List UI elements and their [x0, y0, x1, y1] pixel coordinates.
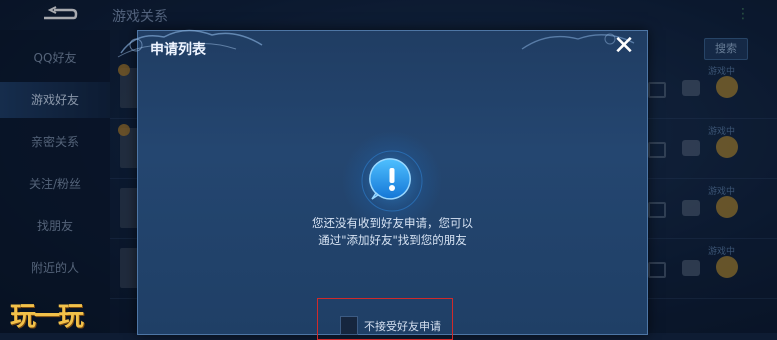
reject-requests-label: 不接受好友申请	[364, 320, 441, 333]
watermark-logo: 玩一玩	[10, 302, 84, 332]
modal-header: 申请列表	[117, 29, 647, 67]
modal-title: 申请列表	[150, 42, 206, 58]
empty-message-line-1: 您还没有收到好友申请，您可以	[312, 216, 473, 230]
request-list-modal: 申请列表 您还没有收到好友申请，您可以 通过"添加好友"找到您的朋友	[117, 29, 648, 335]
empty-message-line-2: 通过"添加好友"找到您的朋友	[318, 233, 467, 247]
reject-requests-checkbox[interactable]	[340, 316, 358, 335]
close-button[interactable]: ✕	[611, 33, 637, 59]
